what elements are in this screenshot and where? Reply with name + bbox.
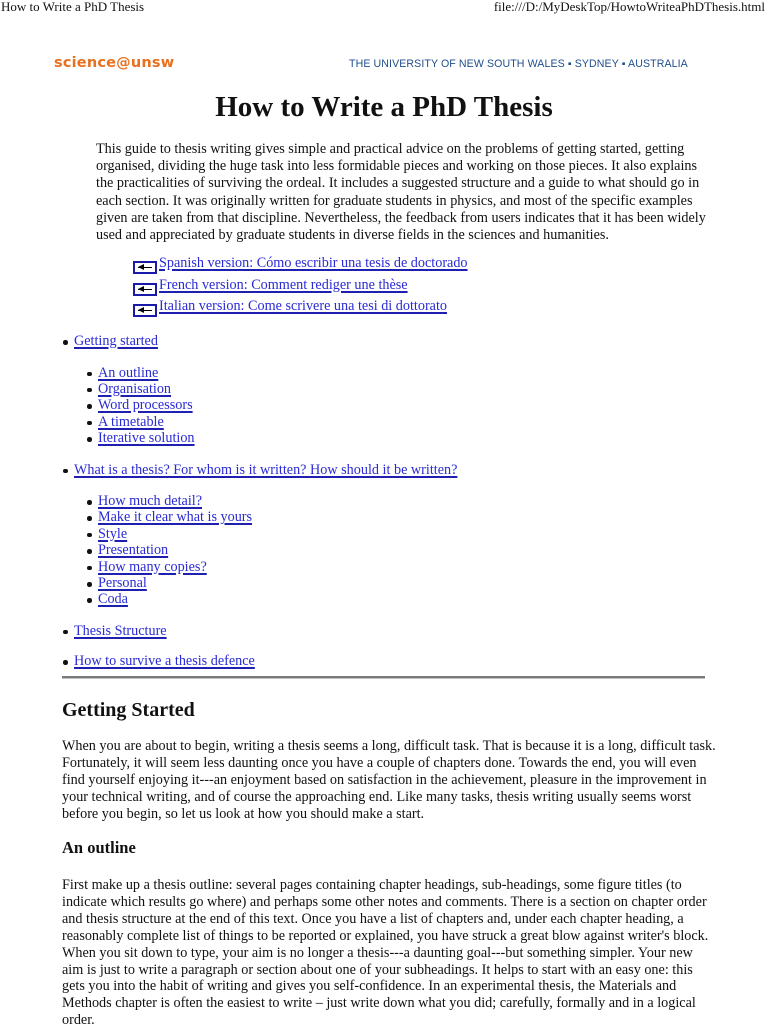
toc-sublist: How much detail? Make it clear what is y… [74,493,768,608]
toc-link-how-much-detail[interactable]: How much detail? [98,493,202,509]
toc-list: Getting started An outline Organisation … [0,333,768,670]
bullet-icon [87,404,92,409]
toc-subitem: How many copies? [0,559,768,575]
toc-item-what-is-a-thesis: What is a thesis? For whom is it written… [0,462,768,608]
toc-subitem: Presentation [0,542,768,558]
toc-subitem: Style [0,526,768,542]
science-unsw-logo[interactable]: science@unsw [54,55,174,71]
subsection-heading-an-outline: An outline [62,838,136,857]
bullet-icon [63,468,68,474]
toc-link-personal[interactable]: Personal [98,575,147,591]
bullet-icon [63,340,68,345]
toc-item-thesis-defence: How to survive a thesis defence [0,653,768,670]
print-header-url: file:///D:/MyDeskTop/HowtoWriteaPhDThesi… [493,0,765,14]
toc-item-getting-started: Getting started An outline Organisation … [0,333,768,447]
toc-link-coda[interactable]: Coda [98,591,128,607]
bullet-icon [63,660,68,665]
bullet-icon [87,516,92,521]
spanish-version-link[interactable]: Spanish version: Cómo escribir una tesis… [159,255,468,271]
toc-link-how-many-copies[interactable]: How many copies? [98,559,207,575]
toc-link-word-processors[interactable]: Word processors [98,397,193,413]
toc-link-a-timetable[interactable]: A timetable [98,414,164,430]
toc-link-make-it-clear[interactable]: Make it clear what is yours [98,509,252,525]
page-title: How to Write a PhD Thesis [215,91,553,123]
bullet-icon [87,500,92,505]
bullet-icon [87,598,92,603]
translation-link-icon[interactable] [133,261,157,274]
horizontal-divider [62,676,705,679]
italian-version-link[interactable]: Italian version: Come scrivere una tesi … [159,298,447,314]
toc-subitem: Make it clear what is yours [0,509,768,525]
bullet-icon [87,420,92,426]
translation-link-icon[interactable] [133,304,157,317]
translation-item-french: French version: Comment rediger une thès… [133,277,468,299]
toc-link-thesis-structure[interactable]: Thesis Structure [74,623,167,639]
section-heading-getting-started: Getting Started [62,699,195,721]
translation-item-spanish: Spanish version: Cómo escribir una tesis… [133,255,468,277]
table-of-contents: Getting started An outline Organisation … [0,333,768,670]
subsection-paragraph: First make up a thesis outline: several … [62,877,709,1029]
toc-link-what-is-a-thesis[interactable]: What is a thesis? For whom is it written… [74,462,457,478]
toc-subitem: Coda [0,591,768,607]
toc-link-an-outline[interactable]: An outline [98,365,158,381]
bullet-icon [87,565,92,571]
toc-subitem: Word processors [0,397,768,413]
print-header-title: How to Write a PhD Thesis [1,0,145,14]
bullet-icon [87,549,92,554]
toc-link-iterative-solution[interactable]: Iterative solution [98,430,195,446]
toc-subitem: Iterative solution [0,430,768,446]
toc-subitem: Organisation [0,381,768,397]
toc-subitem: How much detail? [0,493,768,509]
section-paragraph: When you are about to begin, writing a t… [62,738,716,823]
university-name: THE UNIVERSITY OF NEW SOUTH WALES ▪ SYDN… [349,58,688,70]
site-banner: science@unsw THE UNIVERSITY OF NEW SOUTH… [0,55,768,75]
bullet-icon [87,532,92,538]
bullet-icon [87,371,92,376]
translation-links: Spanish version: Cómo escribir una tesis… [133,255,468,320]
bullet-icon [87,437,92,442]
bullet-icon [87,582,92,587]
french-version-link[interactable]: French version: Comment rediger une thès… [159,277,408,293]
toc-link-getting-started[interactable]: Getting started [74,333,158,349]
print-header: How to Write a PhD Thesis file:///D:/MyD… [0,0,768,16]
toc-item-thesis-structure: Thesis Structure [0,623,768,640]
bullet-icon [63,629,68,635]
toc-link-presentation[interactable]: Presentation [98,542,168,558]
toc-subitem: A timetable [0,414,768,430]
toc-link-organisation[interactable]: Organisation [98,381,171,397]
toc-link-thesis-defence[interactable]: How to survive a thesis defence [74,653,255,669]
translation-item-italian: Italian version: Come scrivere una tesi … [133,298,468,320]
translation-link-icon[interactable] [133,282,157,296]
toc-subitem: Personal [0,575,768,591]
bullet-icon [87,387,92,393]
toc-sublist: An outline Organisation Word processors … [74,365,768,447]
toc-subitem: An outline [0,365,768,381]
intro-paragraph: This guide to thesis writing gives simpl… [96,141,706,244]
toc-link-style[interactable]: Style [98,526,127,542]
